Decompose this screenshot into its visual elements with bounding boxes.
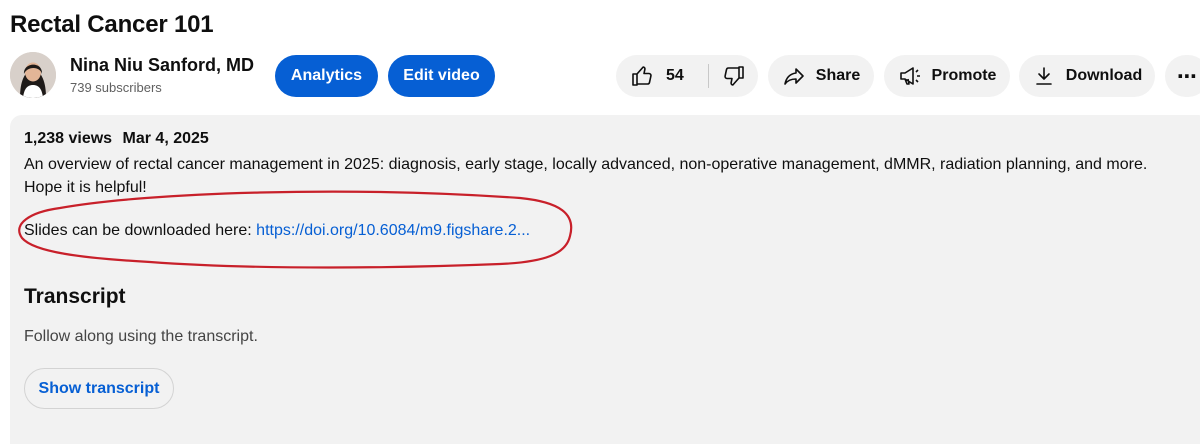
more-actions-button[interactable]: ⋯ xyxy=(1165,55,1200,97)
download-icon xyxy=(1035,67,1052,85)
channel-name[interactable]: Nina Niu Sanford, MD xyxy=(70,55,254,76)
subscriber-count: 739 subscribers xyxy=(70,80,162,95)
video-title: Rectal Cancer 101 xyxy=(10,11,214,38)
thumbs-up-icon xyxy=(632,66,652,86)
description-text: An overview of rectal cancer management … xyxy=(24,156,1148,196)
show-transcript-button[interactable]: Show transcript xyxy=(24,368,174,409)
share-arrow-icon xyxy=(783,68,804,85)
view-count: 1,238 views xyxy=(24,130,113,147)
like-dislike-group: 54 xyxy=(616,55,758,97)
transcript-heading: Transcript xyxy=(24,285,126,308)
more-dots-icon: ⋯ xyxy=(1177,65,1197,88)
like-count: 54 xyxy=(666,67,684,84)
video-meta: 1,238 views Mar 4, 2025 xyxy=(24,130,209,148)
slides-link[interactable]: https://doi.org/10.6084/m9.figshare.2... xyxy=(256,222,530,239)
promote-label: Promote xyxy=(931,67,997,84)
avatar-photo xyxy=(10,52,56,98)
slides-line: Slides can be downloaded here: https://d… xyxy=(24,222,530,240)
download-label: Download xyxy=(1065,67,1143,84)
like-button[interactable]: 54 xyxy=(616,55,708,97)
channel-avatar[interactable] xyxy=(10,52,56,98)
download-button[interactable]: Download xyxy=(1019,55,1155,97)
edit-video-button[interactable]: Edit video xyxy=(388,55,495,97)
megaphone-icon xyxy=(899,67,920,85)
publish-date: Mar 4, 2025 xyxy=(122,130,209,147)
promote-button[interactable]: Promote xyxy=(884,55,1010,97)
slides-prefix: Slides can be downloaded here: xyxy=(24,222,257,239)
analytics-button[interactable]: Analytics xyxy=(275,55,378,97)
thumbs-down-icon xyxy=(723,66,744,86)
share-label: Share xyxy=(815,67,861,84)
dislike-button[interactable] xyxy=(709,55,758,97)
transcript-subtitle: Follow along using the transcript. xyxy=(24,328,258,345)
share-button[interactable]: Share xyxy=(768,55,874,97)
